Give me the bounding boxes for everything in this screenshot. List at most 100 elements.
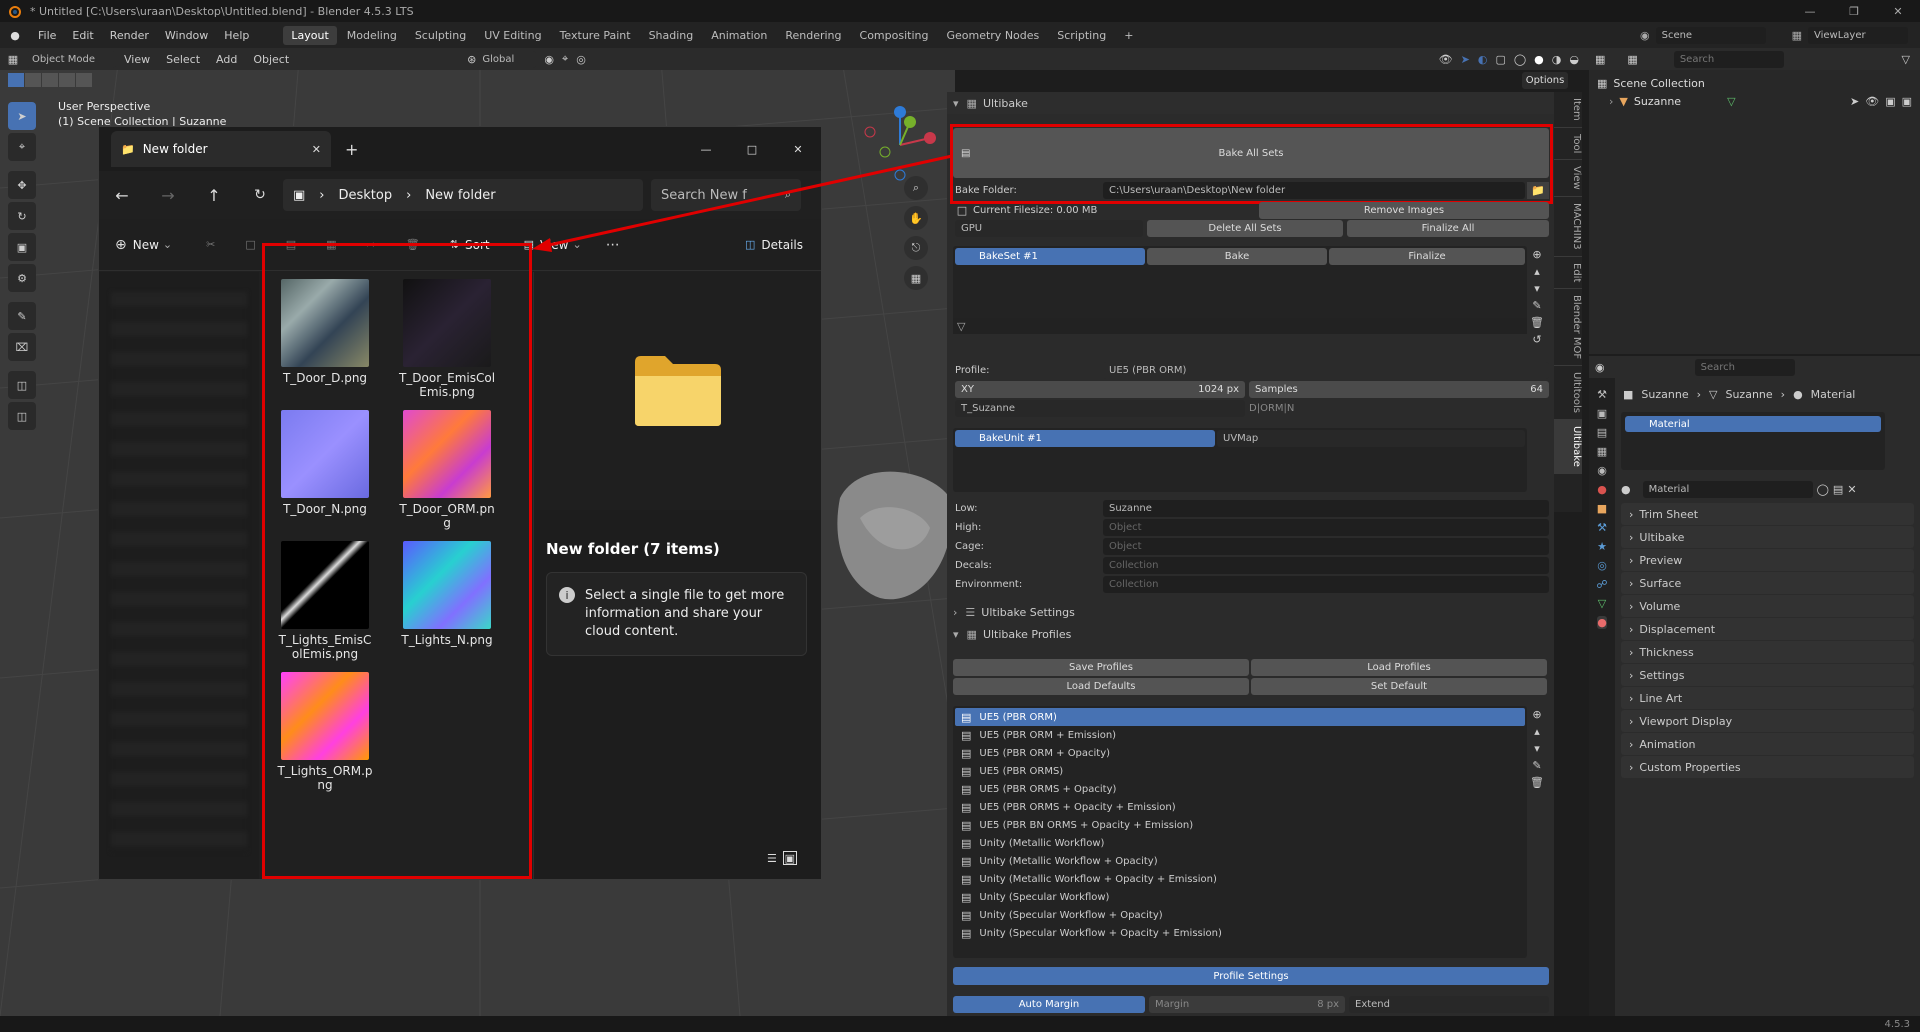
npanel-tab-ultitools[interactable]: Ultitools bbox=[1554, 366, 1582, 421]
workspace-tab-animation[interactable]: Animation bbox=[703, 26, 775, 45]
profile-list-item[interactable]: ▤ Unity (Specular Workflow) bbox=[955, 888, 1525, 906]
profile-list-item[interactable]: ▤ Unity (Metallic Workflow + Opacity) bbox=[955, 852, 1525, 870]
refresh-icon[interactable]: ↺ bbox=[1530, 333, 1544, 346]
blender-menu-icon[interactable]: ● bbox=[0, 29, 30, 42]
explorer-maximize-icon[interactable]: □ bbox=[729, 143, 775, 156]
bakeset-item[interactable]: BakeSet #1 bbox=[955, 248, 1145, 265]
tool-props-icon[interactable]: ⚒ bbox=[1597, 388, 1607, 401]
profile-list-item[interactable]: ▤ UE5 (PBR BN ORMS + Opacity + Emission) bbox=[955, 816, 1525, 834]
select-mode-intersect-icon[interactable] bbox=[76, 73, 92, 87]
explorer-nav-pane[interactable] bbox=[99, 272, 259, 879]
viewport-menu-select[interactable]: Select bbox=[158, 53, 208, 66]
property-section-header[interactable]: › Line Art bbox=[1621, 687, 1914, 709]
disable-viewport-icon[interactable]: ▣ bbox=[1885, 95, 1895, 108]
workspace-tab-texture-paint[interactable]: Texture Paint bbox=[552, 26, 639, 45]
workspace-tab-scripting[interactable]: Scripting bbox=[1049, 26, 1114, 45]
npanel-tab-blender-mof[interactable]: Blender MOF bbox=[1554, 289, 1582, 367]
workspace-tab-modeling[interactable]: Modeling bbox=[339, 26, 405, 45]
outliner-filter-icon[interactable]: ▽ bbox=[1902, 53, 1910, 66]
profile-list-item[interactable]: ▤ UE5 (PBR ORM + Emission) bbox=[955, 726, 1525, 744]
profile-move-up-icon[interactable]: ▴ bbox=[1530, 725, 1544, 738]
back-arrow-icon[interactable]: ← bbox=[99, 186, 145, 205]
new-tab-icon[interactable]: + bbox=[345, 140, 358, 159]
maximize-icon[interactable]: ❐ bbox=[1832, 0, 1876, 22]
display-mode-icon[interactable]: ▦ bbox=[1627, 53, 1637, 66]
transform-orientation-selector[interactable]: Global bbox=[476, 50, 537, 68]
view-layer-selector[interactable]: ViewLayer bbox=[1808, 26, 1908, 44]
profile-list-item[interactable]: ▤ UE5 (PBR ORM + Opacity) bbox=[955, 744, 1525, 762]
modifier-props-icon[interactable]: ⚒ bbox=[1597, 521, 1607, 534]
copy-icon[interactable]: □ bbox=[245, 238, 255, 251]
property-section-header[interactable]: › Custom Properties bbox=[1621, 756, 1914, 778]
property-section-header[interactable]: › Animation bbox=[1621, 733, 1914, 755]
world-props-icon[interactable]: ● bbox=[1597, 483, 1607, 496]
viewport-menu-add[interactable]: Add bbox=[208, 53, 245, 66]
workspace-tab-geometry-nodes[interactable]: Geometry Nodes bbox=[938, 26, 1047, 45]
bakeset-filter-row[interactable]: ▽ bbox=[953, 318, 1527, 334]
scale-tool-icon[interactable]: ▣ bbox=[8, 233, 36, 261]
npanel-tab-view[interactable]: View bbox=[1554, 160, 1582, 197]
select-toggle-icon[interactable]: ➤ bbox=[1850, 95, 1859, 108]
property-section-header[interactable]: › Trim Sheet bbox=[1621, 503, 1914, 525]
load-profiles-button[interactable]: Load Profiles bbox=[1251, 659, 1547, 676]
pan-hand-icon[interactable]: ✋ bbox=[904, 206, 928, 230]
disable-render-icon[interactable]: ▣ bbox=[1902, 95, 1912, 108]
workspace-tab-sculpting[interactable]: Sculpting bbox=[407, 26, 474, 45]
finalize-button[interactable]: Finalize bbox=[1329, 248, 1525, 265]
up-arrow-icon[interactable]: ↑ bbox=[191, 186, 237, 205]
material-slot-item[interactable]: Material bbox=[1625, 416, 1881, 432]
finalize-all-button[interactable]: Finalize All bbox=[1347, 220, 1549, 237]
tiles-view-icon[interactable]: ▣ bbox=[782, 851, 797, 865]
viewport-menu-object[interactable]: Object bbox=[245, 53, 297, 66]
properties-search-input[interactable]: Search bbox=[1694, 358, 1795, 376]
move-up-icon[interactable]: ▴ bbox=[1530, 265, 1544, 278]
details-view-icon[interactable]: ☰ bbox=[767, 852, 777, 865]
move-tool-icon[interactable]: ✥ bbox=[8, 171, 36, 199]
extend-selector[interactable]: Extend bbox=[1349, 996, 1549, 1013]
bakeunit-item[interactable]: BakeUnit #1 bbox=[955, 430, 1215, 447]
folder-browse-icon[interactable]: 📁 bbox=[1527, 182, 1549, 199]
suzanne-row[interactable]: › ▼ Suzanne ▽ ➤ 👁 ▣ ▣ bbox=[1589, 92, 1920, 110]
overlay-toggle-icon[interactable]: ◐ bbox=[1478, 53, 1488, 66]
low-field[interactable]: Suzanne bbox=[1103, 500, 1549, 517]
property-section-header[interactable]: › Settings bbox=[1621, 664, 1914, 686]
outliner-search-input[interactable]: Search bbox=[1673, 50, 1784, 68]
duplicate-material-icon[interactable]: ▤ bbox=[1833, 483, 1843, 496]
npanel-tab-ultibake[interactable]: Ultibake bbox=[1554, 420, 1582, 474]
output-props-icon[interactable]: ▤ bbox=[1597, 426, 1607, 439]
environment-field[interactable]: Collection bbox=[1103, 576, 1549, 593]
property-section-header[interactable]: › Ultibake bbox=[1621, 526, 1914, 548]
samples-field[interactable]: Samples 64 bbox=[1249, 381, 1549, 398]
scene-selector[interactable]: Scene bbox=[1655, 26, 1766, 44]
more-options-icon[interactable]: ⋯ bbox=[606, 237, 620, 253]
path-desktop[interactable]: Desktop bbox=[339, 188, 393, 203]
property-section-header[interactable]: › Surface bbox=[1621, 572, 1914, 594]
address-bar[interactable]: ▣ › Desktop › New folder bbox=[283, 179, 643, 211]
menu-render[interactable]: Render bbox=[102, 29, 157, 42]
ultibake-panel-header[interactable]: ▾ ▦ Ultibake bbox=[947, 92, 1554, 114]
explorer-minimize-icon[interactable]: — bbox=[683, 143, 729, 156]
profile-list-item[interactable]: ▤ UE5 (PBR ORM) bbox=[955, 708, 1525, 726]
menu-file[interactable]: File bbox=[30, 29, 64, 42]
gizmo-toggle-icon[interactable]: ➤ bbox=[1461, 53, 1470, 66]
ultibake-settings-header[interactable]: › ☰ Ultibake Settings bbox=[947, 602, 1554, 622]
property-section-header[interactable]: › Preview bbox=[1621, 549, 1914, 571]
profile-list-item[interactable]: ▤ Unity (Metallic Workflow + Opacity + Em… bbox=[955, 870, 1525, 888]
property-section-header[interactable]: › Thickness bbox=[1621, 641, 1914, 663]
cursor-tool-icon[interactable]: ⌖ bbox=[8, 133, 36, 161]
select-mode-extend-icon[interactable] bbox=[25, 73, 41, 87]
menu-window[interactable]: Window bbox=[157, 29, 216, 42]
rotate-tool-icon[interactable]: ↻ bbox=[8, 202, 36, 230]
xray-icon[interactable]: ▢ bbox=[1495, 53, 1505, 66]
options-label[interactable]: Options bbox=[1522, 72, 1568, 89]
measure-tool-icon[interactable]: ⌧ bbox=[8, 333, 36, 361]
select-mode-invert-icon[interactable] bbox=[59, 73, 75, 87]
basename-field[interactable]: T_Suzanne bbox=[955, 400, 1245, 417]
delete-all-sets-button[interactable]: Delete All Sets bbox=[1147, 220, 1343, 237]
move-down-icon[interactable]: ▾ bbox=[1530, 282, 1544, 295]
profile-selector[interactable]: UE5 (PBR ORM) bbox=[1103, 362, 1549, 379]
proportional-edit-icon[interactable]: ◎ bbox=[576, 53, 586, 66]
forward-arrow-icon[interactable]: → bbox=[145, 186, 191, 205]
suzanne-mesh[interactable] bbox=[820, 438, 955, 638]
profile-move-down-icon[interactable]: ▾ bbox=[1530, 742, 1544, 755]
